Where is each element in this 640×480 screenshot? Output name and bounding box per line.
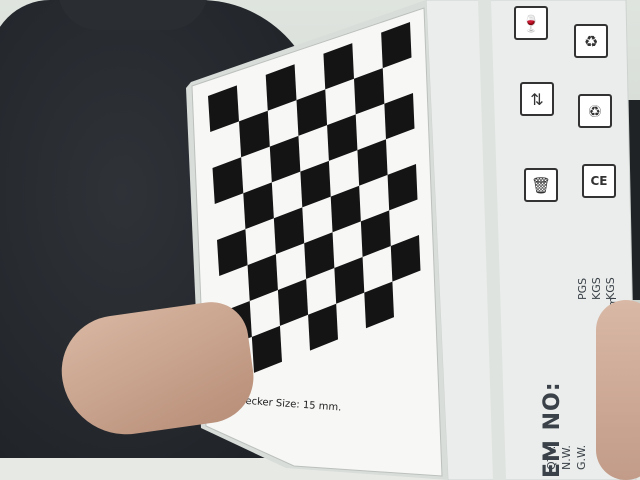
recycle-icon: ♻ <box>574 24 608 58</box>
ce-mark-icon: CE <box>582 164 616 198</box>
no-trash-icon: 🗑 <box>524 168 558 202</box>
right-hand <box>596 300 640 480</box>
gross-weight-label: G.W. <box>575 444 588 470</box>
net-weight-label: N.W. <box>560 445 573 470</box>
pgs-label: PGS <box>576 277 589 300</box>
box-with-checkerboard <box>186 0 637 480</box>
photo-scene: x7 | Checker Size: 15 mm. 🍷 ♻ ⇅ ♽ 🗑 CE E… <box>0 0 640 480</box>
kgs-label-1: KGS <box>590 277 603 300</box>
recyclable-material-icon: ♽ <box>578 94 612 128</box>
qty-label: QTY: <box>545 445 558 470</box>
fragile-icon: 🍷 <box>514 6 548 40</box>
this-way-up-icon: ⇅ <box>520 82 554 116</box>
